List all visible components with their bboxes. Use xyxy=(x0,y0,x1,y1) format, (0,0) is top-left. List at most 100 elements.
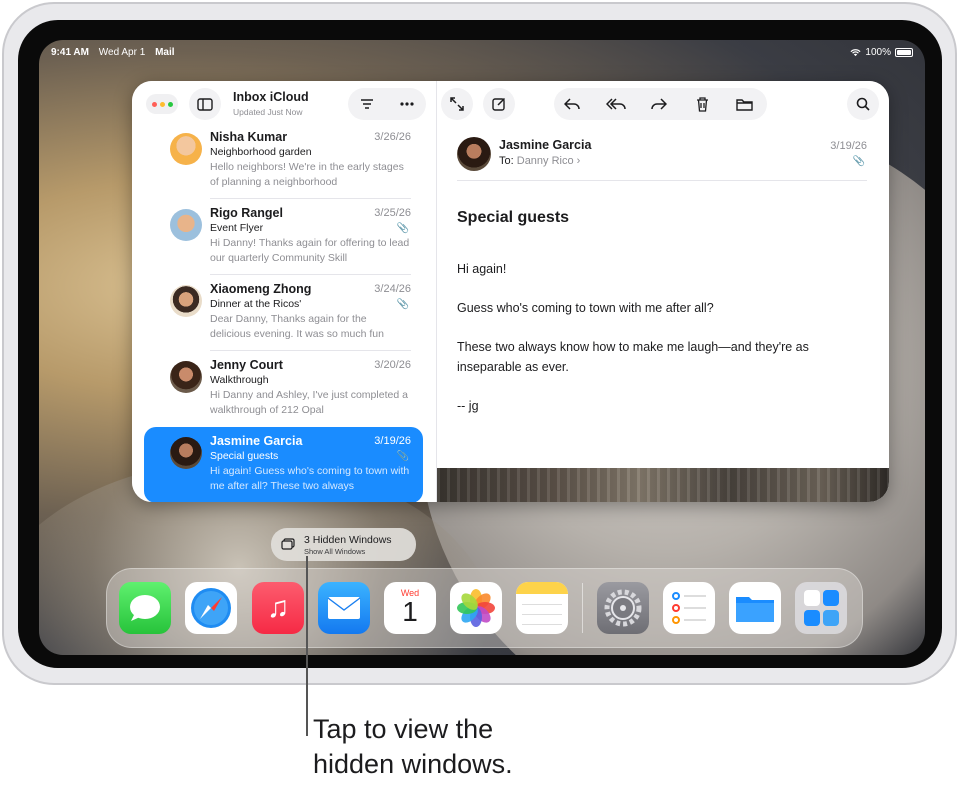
status-date: Wed Apr 1 xyxy=(98,47,146,58)
wifi-icon xyxy=(850,49,861,57)
forward-icon xyxy=(651,98,667,110)
message-date: 3/25/26 xyxy=(374,207,411,219)
recipient-name[interactable]: Danny Rico xyxy=(517,155,574,167)
status-time: 9:41 AM xyxy=(51,47,89,58)
message-sender: Jasmine Garcia xyxy=(210,434,303,448)
callout-line-1: Tap to view the xyxy=(313,714,494,744)
ipad-bezel: 9:41 AM Wed Apr 1 Mail 100% Inbox iCloud… xyxy=(18,20,942,668)
filter-button[interactable] xyxy=(351,88,383,120)
message-preview: Hi Danny and Ashley, I've just completed… xyxy=(210,389,408,416)
envelope-icon xyxy=(327,597,361,619)
message-date: 3/24/26 xyxy=(374,283,411,295)
message-subject: Dinner at the Ricos' xyxy=(210,298,302,310)
recipient-line: To: Danny Rico › xyxy=(499,155,580,167)
message-subject: Neighborhood garden xyxy=(210,146,312,158)
message-list-pane: Inbox iCloud Updated Just Now Nisha Kuma… xyxy=(132,81,437,502)
body-paragraph: Guess who's coming to town with me after… xyxy=(457,301,714,315)
message-row-xiaomeng-zhong[interactable]: Xiaomeng Zhong 3/24/26 Dinner at the Ric… xyxy=(144,275,423,351)
search-icon xyxy=(856,97,870,111)
message-sender: Jenny Court xyxy=(210,358,283,372)
body-paragraph: -- jg xyxy=(457,399,479,413)
attachment-icon: 📎 xyxy=(852,156,865,167)
message-sender: Rigo Rangel xyxy=(210,206,283,220)
music-app[interactable]: ♫ xyxy=(252,582,304,634)
files-folder-icon xyxy=(736,597,774,622)
message-body: Hi again! Guess who's coming to town wit… xyxy=(457,259,857,435)
attachment-icon: 📎 xyxy=(396,223,409,234)
reply-icon xyxy=(564,98,580,110)
app-library-icon xyxy=(803,589,820,606)
recipient-label: To: xyxy=(499,155,514,167)
stacked-windows-icon xyxy=(281,538,295,550)
sidebar-toggle-button[interactable] xyxy=(189,88,221,120)
battery-icon xyxy=(895,48,913,57)
compose-button[interactable] xyxy=(483,88,515,120)
mailbox-updated-status: Updated Just Now xyxy=(233,107,303,117)
attached-photo[interactable] xyxy=(437,468,889,502)
message-preview: Hello neighbors! We're in the early stag… xyxy=(210,161,404,188)
settings-app[interactable] xyxy=(597,582,649,634)
message-row-nisha-kumar[interactable]: Nisha Kumar 3/26/26 Neighborhood garden … xyxy=(144,123,423,199)
calendar-date: 1 xyxy=(402,596,418,627)
attachment-icon: 📎 xyxy=(396,299,409,310)
notes-app[interactable] xyxy=(516,582,568,634)
message-subject: Special guests xyxy=(457,209,570,226)
reply-all-icon xyxy=(606,98,626,110)
trash-button[interactable] xyxy=(686,88,718,120)
move-to-folder-button[interactable] xyxy=(728,88,760,120)
sidebar-toggle-icon xyxy=(197,97,213,111)
compose-icon xyxy=(492,97,506,111)
app-library[interactable] xyxy=(795,582,847,634)
message-row-jenny-court[interactable]: Jenny Court 3/20/26 Walkthrough Hi Danny… xyxy=(144,351,423,427)
safari-compass-icon xyxy=(191,588,231,628)
calendar-app[interactable]: Wed 1 xyxy=(384,582,436,634)
safari-app[interactable] xyxy=(185,582,237,634)
message-sender: Xiaomeng Zhong xyxy=(210,282,312,296)
reminders-app[interactable] xyxy=(663,582,715,634)
reply-button[interactable] xyxy=(556,88,588,120)
files-app[interactable] xyxy=(729,582,781,634)
show-all-windows-label: Show All Windows xyxy=(304,547,366,556)
mail-app[interactable] xyxy=(318,582,370,634)
more-button[interactable] xyxy=(391,88,423,120)
avatar xyxy=(170,361,202,393)
forward-button[interactable] xyxy=(643,88,675,120)
music-note-icon: ♫ xyxy=(266,591,290,624)
expand-icon xyxy=(450,97,464,111)
message-preview: Hi again! Guess who's coming to town wit… xyxy=(210,465,410,492)
list-actions-group xyxy=(348,88,426,120)
status-app: Mail xyxy=(155,47,175,58)
messages-icon xyxy=(130,595,160,621)
window-controls[interactable] xyxy=(146,94,178,114)
gear-icon xyxy=(604,589,642,627)
notes-icon xyxy=(516,582,568,594)
avatar xyxy=(170,437,202,469)
home-screen: 9:41 AM Wed Apr 1 Mail 100% Inbox iCloud… xyxy=(39,40,925,655)
hidden-windows-button[interactable]: 3 Hidden Windows Show All Windows xyxy=(271,528,416,561)
body-paragraph: Hi again! xyxy=(457,262,507,276)
reminders-icon xyxy=(672,592,706,600)
message-row-rigo-rangel[interactable]: Rigo Rangel 3/25/26 Event Flyer 📎 Hi Dan… xyxy=(144,199,423,275)
body-paragraph: These two always know how to make me lau… xyxy=(457,340,809,374)
photos-app[interactable] xyxy=(450,582,502,634)
chevron-right-icon: › xyxy=(573,155,581,167)
message-subject: Special guests xyxy=(210,450,279,462)
message-row-jasmine-garcia[interactable]: Jasmine Garcia 3/19/26 Special guests 📎 … xyxy=(144,427,423,502)
messages-app[interactable] xyxy=(119,582,171,634)
message-sender: Nisha Kumar xyxy=(210,130,288,144)
battery-percent: 100% xyxy=(865,47,891,58)
expand-button[interactable] xyxy=(441,88,473,120)
message-preview: Hi Danny! Thanks again for offering to l… xyxy=(210,237,410,264)
photos-flower-icon xyxy=(457,589,495,627)
trash-icon xyxy=(696,96,708,112)
reply-all-button[interactable] xyxy=(600,88,632,120)
avatar xyxy=(170,133,202,165)
message-subject: Walkthrough xyxy=(210,374,269,386)
avatar xyxy=(170,209,202,241)
filter-icon xyxy=(361,99,373,109)
message-reader-pane: Jasmine Garcia To: Danny Rico › 3/19/26 … xyxy=(437,81,889,502)
avatar xyxy=(170,285,202,317)
search-button[interactable] xyxy=(847,88,879,120)
message-date: 3/26/26 xyxy=(374,131,411,143)
message-date: 3/19/26 xyxy=(830,140,867,152)
